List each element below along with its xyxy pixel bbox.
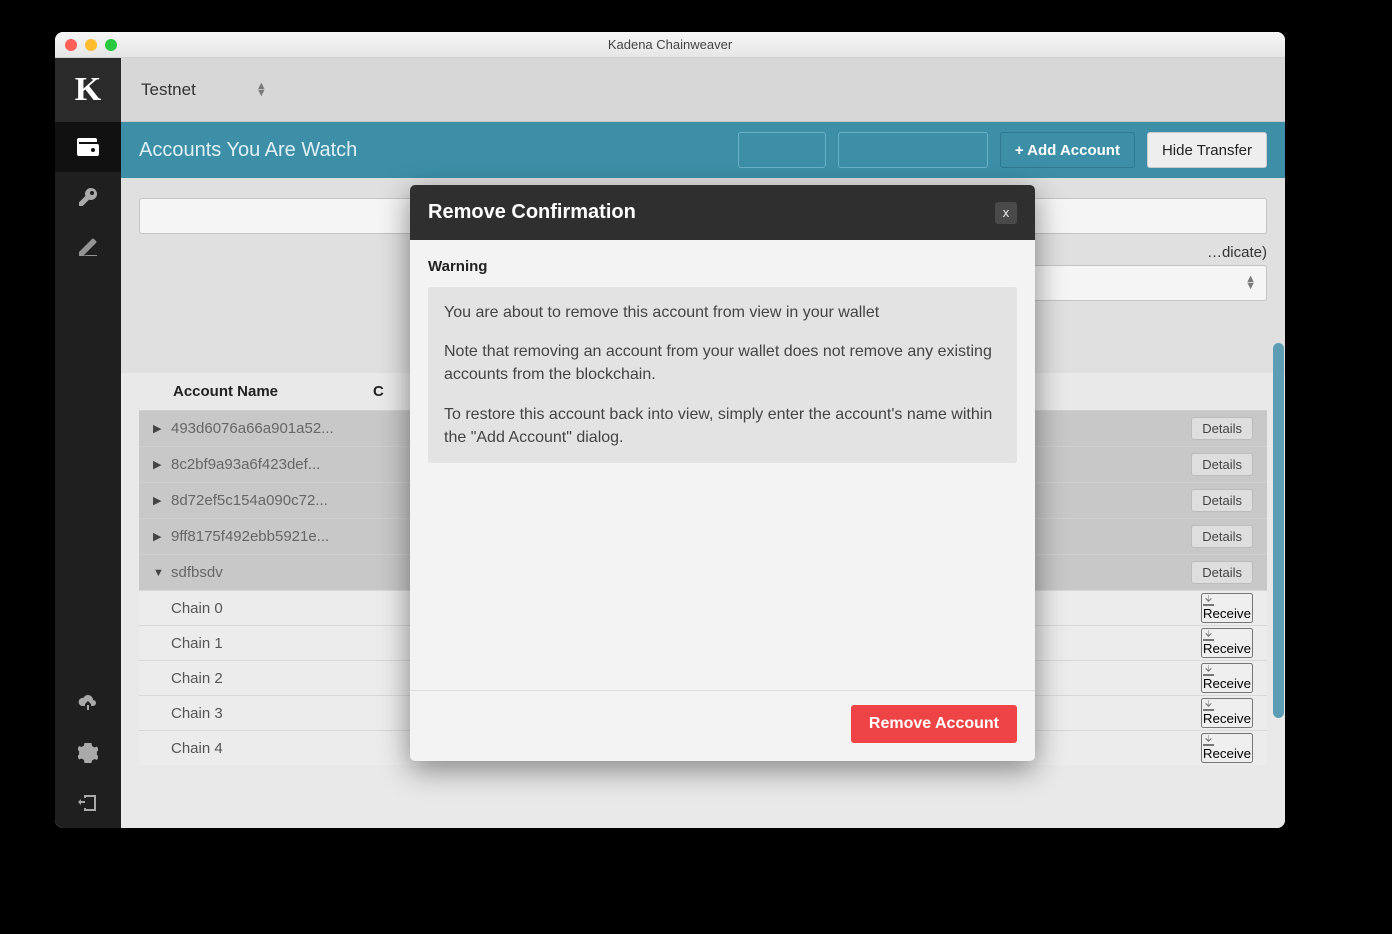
chevron-sort-icon: ▲▼	[1245, 276, 1256, 290]
caret-right-icon: ▶	[153, 458, 171, 471]
account-name: 9ff8175f492ebb5921e...	[171, 528, 371, 545]
download-icon	[1203, 735, 1214, 746]
add-account-button[interactable]: + Add Account	[1000, 132, 1135, 168]
sidebar-item-settings[interactable]	[55, 728, 121, 778]
receive-button[interactable]: Receive	[1201, 663, 1253, 693]
header-button-1[interactable]	[738, 132, 826, 168]
download-icon	[1203, 665, 1214, 676]
close-icon: x	[1003, 205, 1010, 220]
remove-account-button[interactable]: Remove Account	[851, 705, 1017, 743]
account-name: sdfbsdv	[171, 564, 371, 581]
download-icon	[1203, 595, 1214, 606]
caret-down-icon: ▼	[153, 567, 171, 579]
sidebar-item-network[interactable]	[55, 678, 121, 728]
account-name: 493d6076a66a901a52...	[171, 420, 371, 437]
details-button[interactable]: Details	[1191, 525, 1253, 548]
sidebar-item-contracts[interactable]	[55, 222, 121, 272]
modal-title: Remove Confirmation	[428, 201, 995, 224]
receive-button[interactable]: Receive	[1201, 698, 1253, 728]
caret-right-icon: ▶	[153, 530, 171, 543]
network-label: Testnet	[141, 80, 196, 100]
header-button-2[interactable]	[838, 132, 988, 168]
account-name: 8c2bf9a93a6f423def...	[171, 456, 371, 473]
network-selector[interactable]: Testnet ▲▼	[141, 80, 267, 100]
remove-confirmation-modal: Remove Confirmation x Warning You are ab…	[410, 185, 1035, 761]
modal-close-button[interactable]: x	[995, 202, 1017, 224]
sidebar-item-wallet[interactable]	[55, 122, 121, 172]
sidebar: K	[55, 58, 121, 828]
account-name: 8d72ef5c154a090c72...	[171, 492, 371, 509]
app-window: Kadena Chainweaver K	[55, 32, 1285, 828]
details-button[interactable]: Details	[1191, 489, 1253, 512]
download-icon	[1203, 630, 1214, 641]
titlebar: Kadena Chainweaver	[55, 32, 1285, 58]
caret-right-icon: ▶	[153, 422, 171, 435]
details-button[interactable]: Details	[1191, 417, 1253, 440]
cloud-icon	[78, 694, 98, 712]
warning-label: Warning	[428, 258, 1017, 275]
sidebar-item-logout[interactable]	[55, 778, 121, 828]
col-account-name: Account Name	[173, 383, 373, 400]
topbar: Testnet ▲▼	[121, 58, 1285, 122]
wallet-icon	[77, 138, 99, 156]
details-button[interactable]: Details	[1191, 561, 1253, 584]
warning-text-3: To restore this account back into view, …	[444, 403, 1001, 449]
gear-icon	[78, 743, 98, 763]
pencil-icon	[79, 238, 97, 256]
modal-footer: Remove Account	[410, 690, 1035, 761]
page-title: Accounts You Are Watch	[139, 139, 726, 162]
key-icon	[79, 188, 97, 206]
window-title: Kadena Chainweaver	[55, 37, 1285, 52]
form-input-2[interactable]	[1007, 198, 1267, 234]
chevron-sort-icon: ▲▼	[256, 83, 267, 97]
modal-body: Warning You are about to remove this acc…	[410, 240, 1035, 690]
predicate-select[interactable]: ▲▼	[1007, 265, 1267, 301]
sidebar-item-keys[interactable]	[55, 172, 121, 222]
logout-icon	[78, 793, 98, 813]
warning-text-2: Note that removing an account from your …	[444, 340, 1001, 386]
receive-button[interactable]: Receive	[1201, 593, 1253, 623]
warning-box: You are about to remove this account fro…	[428, 287, 1017, 463]
scrollbar-thumb[interactable]	[1273, 343, 1284, 718]
modal-header: Remove Confirmation x	[410, 185, 1035, 240]
page-header: Accounts You Are Watch + Add Account Hid…	[121, 122, 1285, 178]
scrollbar[interactable]	[1271, 343, 1285, 723]
hide-transfer-button[interactable]: Hide Transfer	[1147, 132, 1267, 168]
download-icon	[1203, 700, 1214, 711]
app-logo: K	[55, 58, 121, 122]
details-button[interactable]: Details	[1191, 453, 1253, 476]
predicate-label: …dicate)	[1207, 244, 1267, 261]
warning-text-1: You are about to remove this account fro…	[444, 301, 1001, 324]
caret-right-icon: ▶	[153, 494, 171, 507]
receive-button[interactable]: Receive	[1201, 628, 1253, 658]
receive-button[interactable]: Receive	[1201, 733, 1253, 763]
